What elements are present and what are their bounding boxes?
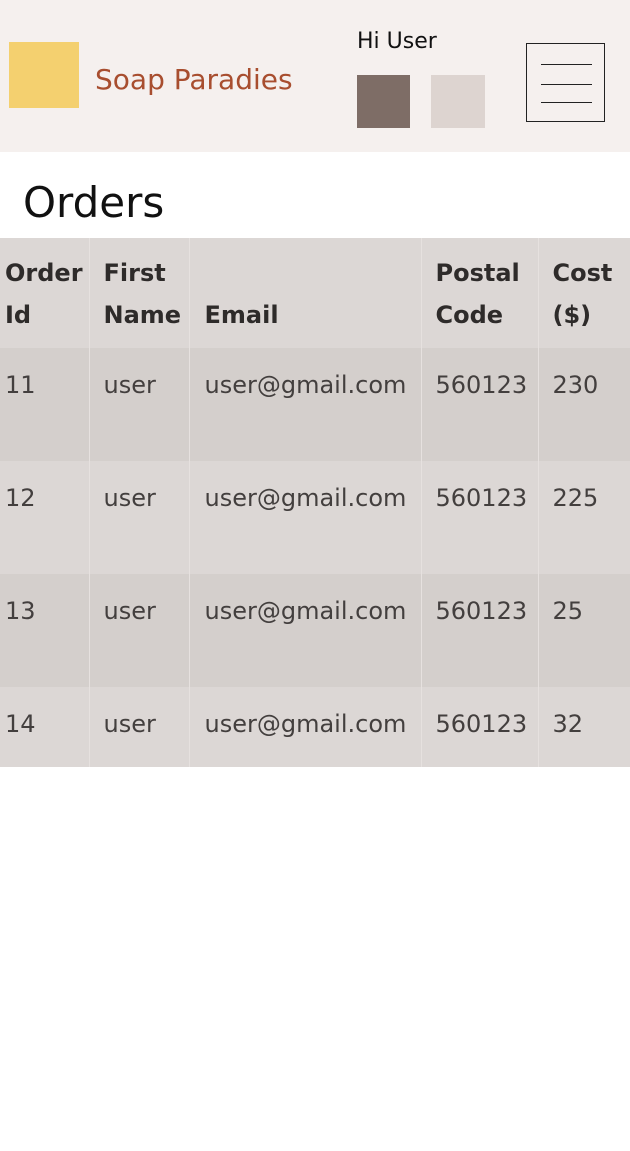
- logo[interactable]: [9, 42, 79, 108]
- cell-postal-code: 560123: [421, 574, 539, 687]
- cell-cost: 230: [552, 371, 599, 399]
- cell-order-id: 14: [0, 687, 90, 767]
- menu-button[interactable]: [526, 43, 605, 122]
- cell-order-id: 13: [0, 574, 90, 687]
- cell-postal-code: 560123: [421, 461, 539, 574]
- user-action-button-light[interactable]: [431, 75, 485, 128]
- page-title: Orders: [23, 178, 165, 227]
- cell-cost: 225: [552, 484, 599, 512]
- column-header-email: Email: [189, 238, 422, 348]
- column-header-cost: Cost ($): [552, 259, 613, 329]
- table-header-row: Order Id First Name Email Postal Code Co…: [0, 238, 630, 348]
- cell-order-id: 12: [0, 461, 90, 574]
- table-row: 11 user user@gmail.com 560123 230: [0, 348, 630, 461]
- cell-first-name: user: [89, 348, 190, 461]
- cell-first-name: user: [89, 687, 190, 767]
- user-action-button-dark[interactable]: [357, 75, 410, 128]
- cell-first-name: user: [89, 461, 190, 574]
- cell-email: user@gmail.com: [189, 348, 422, 461]
- cell-email: user@gmail.com: [189, 461, 422, 574]
- site-header: Soap Paradies Hi User: [0, 0, 630, 152]
- table-row: 14 user user@gmail.com 560123 32: [0, 687, 630, 767]
- cell-order-id: 11: [0, 348, 90, 461]
- column-header-order-id: Order Id: [0, 238, 90, 348]
- user-greeting: Hi User: [357, 29, 437, 54]
- cell-cost: 25: [552, 597, 584, 625]
- column-header-first-name: First Name: [89, 238, 190, 348]
- cell-email: user@gmail.com: [189, 687, 422, 767]
- cell-first-name: user: [89, 574, 190, 687]
- table-row: 13 user user@gmail.com 560123 25: [0, 574, 630, 687]
- orders-table: Order Id First Name Email Postal Code Co…: [0, 238, 630, 767]
- table-row: 12 user user@gmail.com 560123 225: [0, 461, 630, 574]
- column-header-postal-code: Postal Code: [421, 238, 539, 348]
- cell-postal-code: 560123: [421, 687, 539, 767]
- cell-email: user@gmail.com: [189, 574, 422, 687]
- cell-postal-code: 560123: [421, 348, 539, 461]
- brand-name[interactable]: Soap Paradies: [95, 62, 293, 98]
- cell-cost: 32: [552, 710, 584, 738]
